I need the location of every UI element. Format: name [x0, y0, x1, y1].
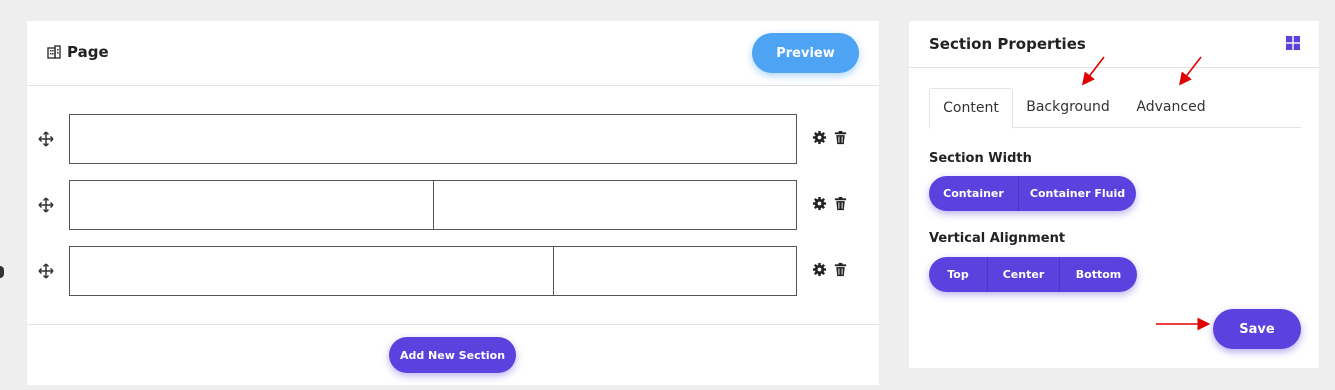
container-fluid-button[interactable]: Container Fluid: [1018, 176, 1136, 211]
section-row: [27, 114, 879, 164]
move-icon[interactable]: [38, 197, 54, 213]
section-column[interactable]: [70, 247, 553, 295]
align-bottom-button[interactable]: Bottom: [1059, 257, 1137, 292]
preview-button[interactable]: Preview: [752, 33, 859, 73]
move-icon[interactable]: [38, 263, 54, 279]
grid-icon[interactable]: [1286, 36, 1300, 50]
trash-icon[interactable]: [833, 130, 848, 145]
gear-icon[interactable]: [812, 262, 827, 277]
section-layout[interactable]: [69, 180, 797, 230]
section-actions: [812, 262, 848, 277]
section-width-group: Container Container Fluid: [929, 176, 1136, 211]
section-column[interactable]: [70, 181, 433, 229]
tab-advanced[interactable]: Advanced: [1131, 88, 1211, 128]
trash-icon[interactable]: [833, 196, 848, 211]
properties-header: Section Properties: [909, 21, 1319, 68]
section-column[interactable]: [70, 115, 796, 163]
add-new-section-button[interactable]: Add New Section: [389, 337, 516, 373]
tab-content[interactable]: Content: [929, 88, 1013, 129]
page-header: Page Preview: [27, 21, 879, 86]
section-actions: [812, 130, 848, 145]
container-button[interactable]: Container: [929, 176, 1018, 211]
section-layout[interactable]: [69, 114, 797, 164]
section-list: [27, 86, 879, 324]
section-column[interactable]: [432, 181, 797, 229]
page-title: Page: [47, 43, 109, 61]
properties-tabs: Content Background Advanced: [929, 88, 1301, 129]
page-footer: Add New Section: [27, 324, 879, 385]
page-title-label: Page: [67, 43, 109, 61]
edge-handle: [0, 266, 4, 278]
section-actions: [812, 196, 848, 211]
tab-background[interactable]: Background: [1021, 88, 1115, 128]
building-icon: [47, 45, 61, 59]
gear-icon[interactable]: [812, 130, 827, 145]
gear-icon[interactable]: [812, 196, 827, 211]
move-icon[interactable]: [38, 131, 54, 147]
properties-title: Section Properties: [929, 35, 1086, 53]
section-properties-panel: Section Properties Content Background Ad…: [909, 21, 1319, 368]
section-row: [27, 246, 879, 296]
align-top-button[interactable]: Top: [929, 257, 987, 292]
section-width-label: Section Width: [929, 151, 1032, 166]
vertical-alignment-group: Top Center Bottom: [929, 257, 1137, 292]
section-row: [27, 180, 879, 230]
section-column[interactable]: [553, 247, 796, 295]
page-panel: Page Preview Add New Section: [27, 21, 879, 385]
save-button[interactable]: Save: [1213, 309, 1301, 349]
trash-icon[interactable]: [833, 262, 848, 277]
section-layout[interactable]: [69, 246, 797, 296]
vertical-alignment-label: Vertical Alignment: [929, 231, 1066, 246]
align-center-button[interactable]: Center: [987, 257, 1059, 292]
